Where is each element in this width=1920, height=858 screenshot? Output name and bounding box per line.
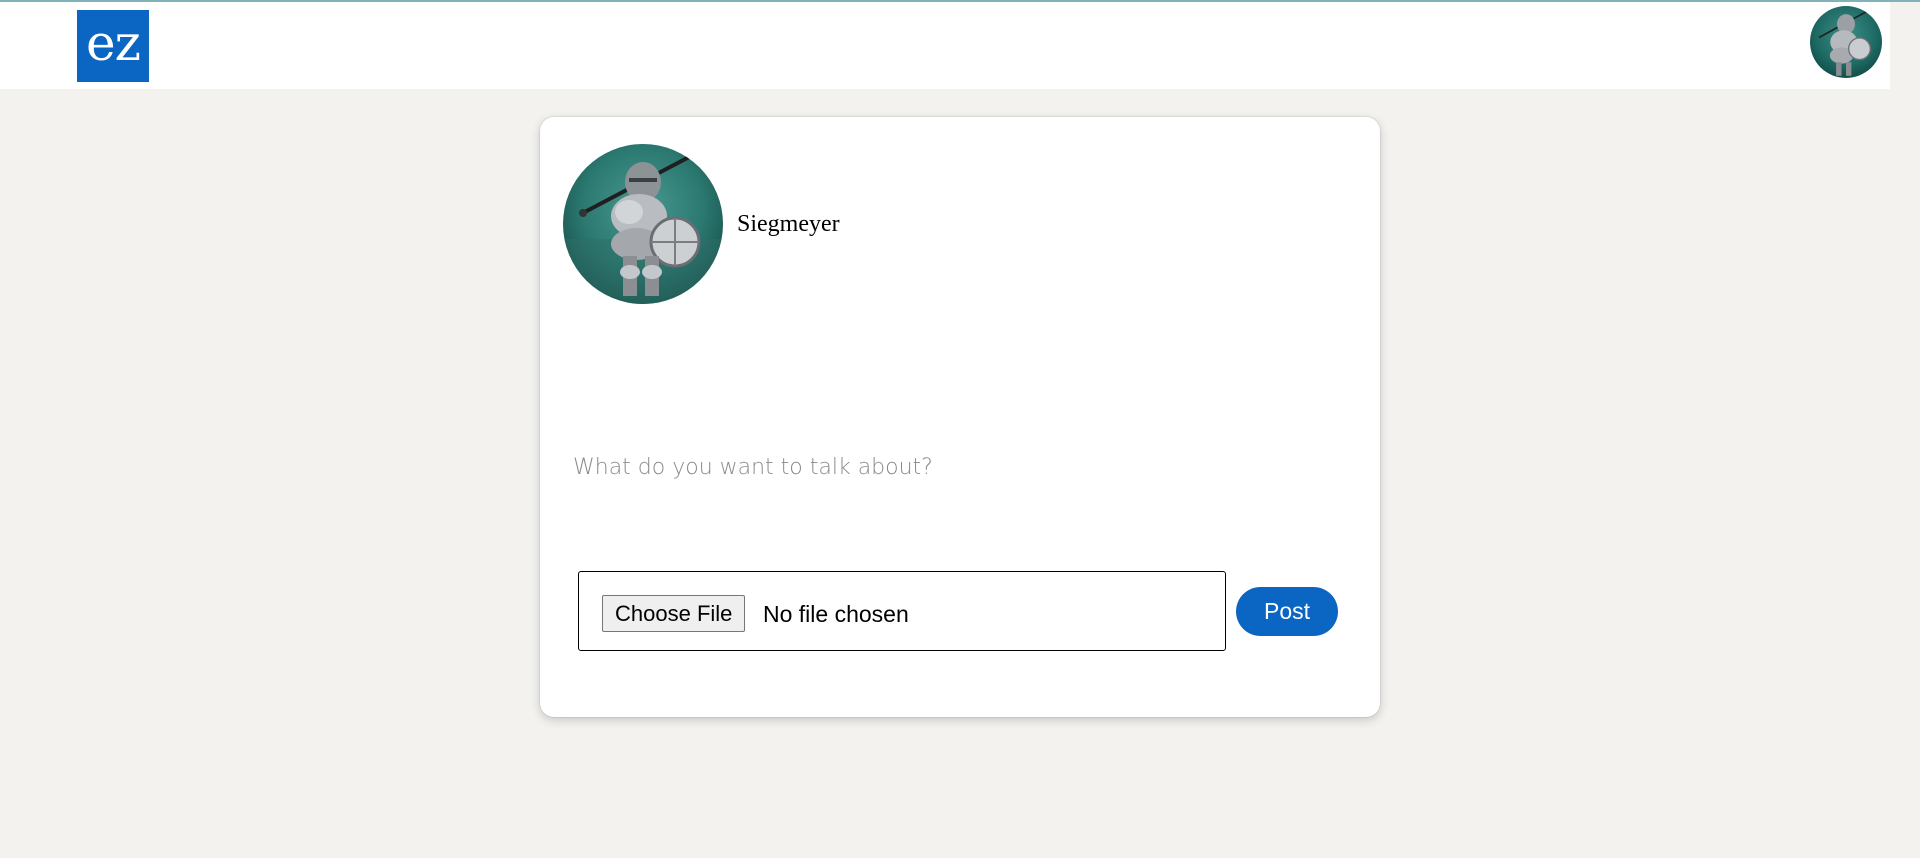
author-avatar bbox=[563, 144, 723, 304]
post-text-input[interactable] bbox=[572, 317, 1348, 517]
file-upload-box: Choose File No file chosen bbox=[578, 571, 1226, 651]
nav-profile-avatar[interactable] bbox=[1810, 6, 1882, 78]
post-composer-card: Siegmeyer What do you want to talk about… bbox=[540, 117, 1380, 717]
file-status-text: No file chosen bbox=[763, 601, 909, 627]
knight-avatar-icon bbox=[1810, 6, 1882, 78]
author-row: Siegmeyer bbox=[563, 144, 840, 304]
choose-file-button[interactable]: Choose File bbox=[602, 595, 746, 632]
logo-text: ez bbox=[86, 14, 141, 72]
author-name: Siegmeyer bbox=[737, 210, 840, 237]
knight-avatar-icon bbox=[563, 144, 723, 304]
post-button[interactable]: Post bbox=[1236, 587, 1338, 636]
top-navbar: ez bbox=[0, 2, 1890, 89]
site-logo[interactable]: ez bbox=[77, 10, 149, 82]
